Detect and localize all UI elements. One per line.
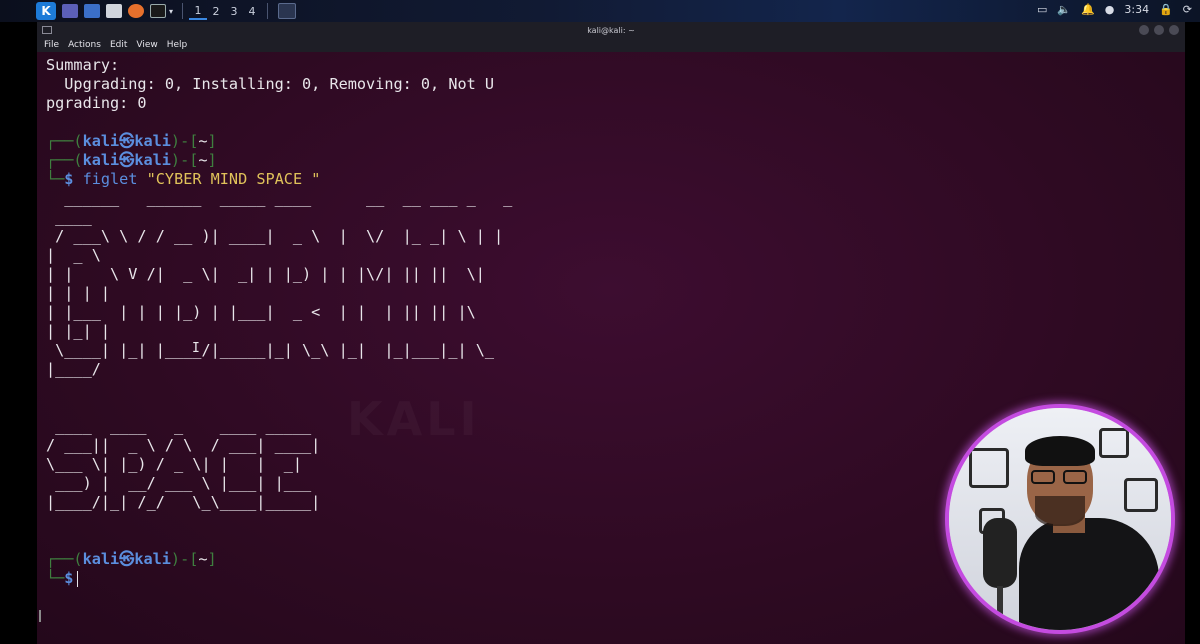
workspace-4[interactable]: 4 [243,2,261,20]
clock[interactable]: 3:34 [1124,3,1149,16]
show-desktop-icon[interactable] [62,4,78,18]
panel-divider [182,3,183,19]
prompt-user: kali [82,550,120,568]
notification-icon[interactable]: 🔔 [1081,3,1095,16]
workspace-1[interactable]: 1 [189,2,207,20]
output-line: Upgrading: 0, Installing: 0, Removing: 0… [46,75,495,93]
system-tray: ▭ 🔈 🔔 ● 3:34 🔒 ⟳ [1037,3,1192,16]
terminal-launcher-icon[interactable] [150,4,166,18]
prompt-close: ] [207,132,217,150]
prompt-open: ┌──( [46,151,83,169]
microphone-icon [983,518,1017,588]
window-titlebar[interactable]: kali@kali: ~ [37,22,1185,38]
top-panel: K ▾ 1 2 3 4 ▭ 🔈 🔔 ● 3:34 🔒 ⟳ [0,0,1200,22]
window-title: kali@kali: ~ [587,25,635,35]
command-argument: "CYBER MIND SPACE " [146,170,321,188]
prompt-mid: )-[ [170,132,199,150]
volume-icon[interactable]: 🔈 [1057,3,1071,16]
prompt-line: ┌──(kali㉿kali)-[~] [46,132,217,151]
text-editor-icon[interactable] [106,4,122,18]
menu-file[interactable]: File [44,40,59,50]
kali-menu-icon[interactable]: K [36,2,56,20]
output-line: ___) | __/ ___ \ |___| |___ [46,474,312,492]
input-line: └─$ [46,569,79,588]
prompt-host: kali [134,550,171,568]
prompt-at-icon: ㉿ [119,151,135,169]
panel-divider [267,3,268,19]
prompt-path: ~ [198,132,208,150]
output-line: | |_| | [46,322,111,340]
kali-watermark: KALI [347,392,481,446]
workspace-3[interactable]: 3 [225,2,243,20]
prompt-user: kali [82,132,120,150]
output-line: ____ ____ _ ____ _____ [46,417,312,435]
prompt-line: ┌──(kali㉿kali)-[~] [46,550,217,569]
mic-stand [997,586,1003,630]
file-manager-icon[interactable] [84,4,100,18]
text-cursor [77,570,79,587]
prompt-line: ┌──(kali㉿kali)-[~] [46,151,217,170]
prompt-open: ┌──( [46,550,83,568]
firefox-icon[interactable] [128,4,144,18]
prompt-host: kali [134,132,171,150]
output-line: | | \ V /| _ \| _| | |_) | | |\/| || || … [46,265,485,283]
prompt-close: ] [207,151,217,169]
wall-shelf [1099,428,1129,458]
menu-edit[interactable]: Edit [110,40,127,50]
webcam-overlay [945,404,1175,634]
menu-actions[interactable]: Actions [68,40,101,50]
minimize-button[interactable] [1139,25,1149,35]
prompt-user: kali [82,151,120,169]
wall-shelf [1124,478,1158,512]
prompt-close: ] [207,550,217,568]
mouse-ibeam-icon: I [192,341,200,356]
wall-shelf [969,448,1009,488]
output-line: \____| |_| |____/|_____|_| \_\ |_| |_|__… [46,341,495,359]
command-name: figlet [82,170,138,188]
display-icon[interactable]: ▭ [1037,3,1047,16]
output-line: | _ \ [46,246,101,264]
prompt-at-icon: ㉿ [119,132,135,150]
prompt-host: kali [134,151,171,169]
output-line: Summary: [46,56,120,74]
workspace-2[interactable]: 2 [207,2,225,20]
lock-icon[interactable]: 🔒 [1159,3,1173,16]
taskbar-terminal-window[interactable] [278,3,296,19]
command-line: └─$ figlet "CYBER MIND SPACE " [46,170,320,189]
output-line: / ___\ \ / / __ )| ____| _ \ | \/ |_ _| … [46,227,504,245]
presenter-glasses [1029,470,1091,486]
prompt-at-icon: ㉿ [119,550,135,568]
prompt-corner: └─ [46,170,65,188]
scrollbar[interactable] [39,610,41,622]
presenter-hair [1025,436,1095,466]
menu-view[interactable]: View [136,40,157,50]
close-button[interactable] [1169,25,1179,35]
output-line: \___ \| |_) / _ \| | | _| [46,455,303,473]
output-line: pgrading: 0 [46,94,147,112]
presenter-beard [1035,496,1085,526]
logout-icon[interactable]: ⟳ [1183,3,1192,16]
chevron-down-icon[interactable]: ▾ [166,2,176,20]
power-manager-icon[interactable]: ● [1105,3,1115,16]
output-line: ______ ______ _____ ____ __ __ ___ _ _ [46,189,522,207]
output-line: |____/ [46,360,101,378]
output-line: | |___ | | | |_) | |___| _ < | | | || ||… [46,303,485,321]
prompt-dollar: $ [64,569,74,587]
output-line: |____/|_| /_/ \_\____|_____| [46,493,321,511]
prompt-mid: )-[ [170,151,199,169]
prompt-corner: └─ [46,569,65,587]
menu-help[interactable]: Help [167,40,188,50]
presenter-body [1019,518,1159,630]
prompt-path: ~ [198,151,208,169]
prompt-path: ~ [198,550,208,568]
output-line: | | | | [46,284,111,302]
prompt-open: ┌──( [46,132,83,150]
output-line: ____ [46,208,92,226]
menu-bar: File Actions Edit View Help [37,38,1185,52]
output-line: / ___|| _ \ / \ / ___| ____| [46,436,321,454]
prompt-mid: )-[ [170,550,199,568]
maximize-button[interactable] [1154,25,1164,35]
